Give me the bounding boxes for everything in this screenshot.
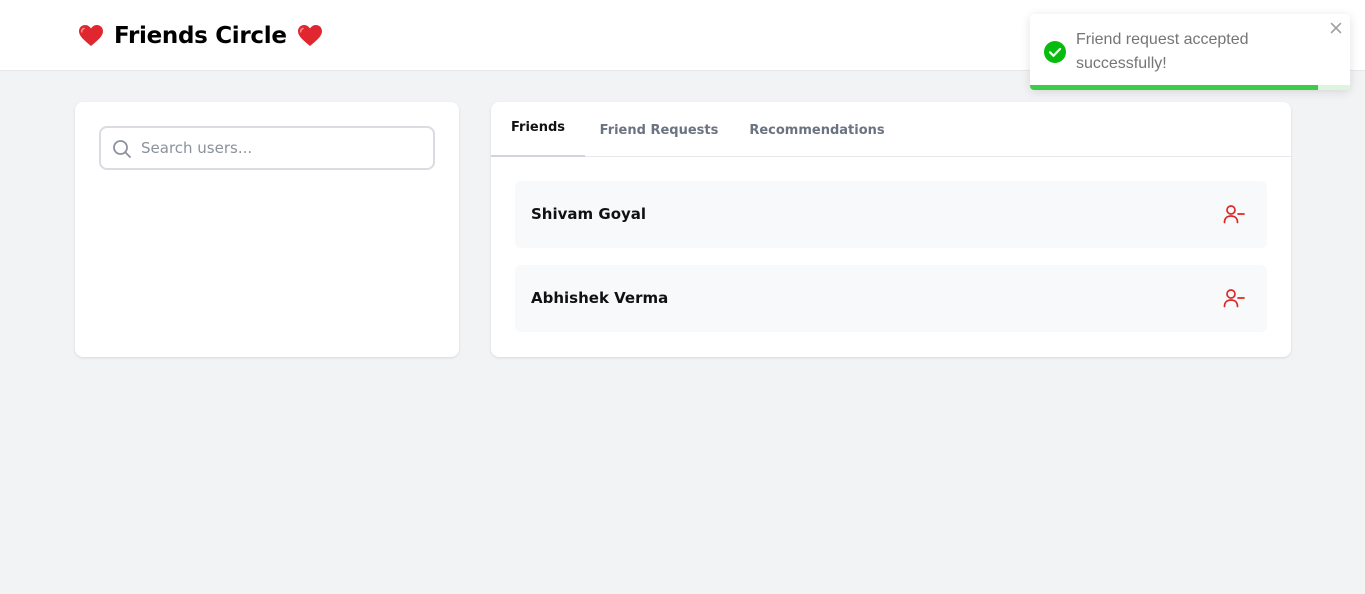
heart-icon: [79, 25, 103, 46]
check-circle-icon: [1044, 41, 1066, 63]
friend-list-item: Abhishek Verma: [515, 265, 1267, 332]
remove-friend-button[interactable]: [1221, 286, 1247, 310]
toast-progress-bar: [1030, 85, 1318, 90]
brand: Friends Circle: [78, 22, 323, 50]
search-panel: [75, 102, 459, 357]
tab-friend-requests[interactable]: Friend Requests: [597, 102, 721, 157]
search-icon: [113, 140, 131, 158]
friend-list-item: Shivam Goyal: [515, 181, 1267, 248]
tab-bar: Friends Friend Requests Recommendations: [491, 102, 1291, 157]
app-title: Friends Circle: [114, 23, 287, 49]
search-input[interactable]: [141, 133, 421, 163]
heart-icon: [297, 25, 322, 46]
friends-panel: Friends Friend Requests Recommendations …: [491, 102, 1291, 357]
tab-recommendations[interactable]: Recommendations: [745, 102, 889, 157]
close-icon[interactable]: [1330, 22, 1342, 34]
search-box[interactable]: [99, 126, 435, 170]
tab-friends[interactable]: Friends: [491, 102, 585, 157]
remove-friend-icon: [1223, 289, 1245, 308]
remove-friend-icon: [1223, 205, 1245, 224]
friend-name: Shivam Goyal: [531, 205, 647, 223]
success-toast[interactable]: Friend request accepted successfully!: [1030, 14, 1350, 90]
friend-name: Abhishek Verma: [531, 289, 669, 307]
toast-message: Friend request accepted successfully!: [1076, 31, 1249, 72]
remove-friend-button[interactable]: [1221, 202, 1247, 226]
